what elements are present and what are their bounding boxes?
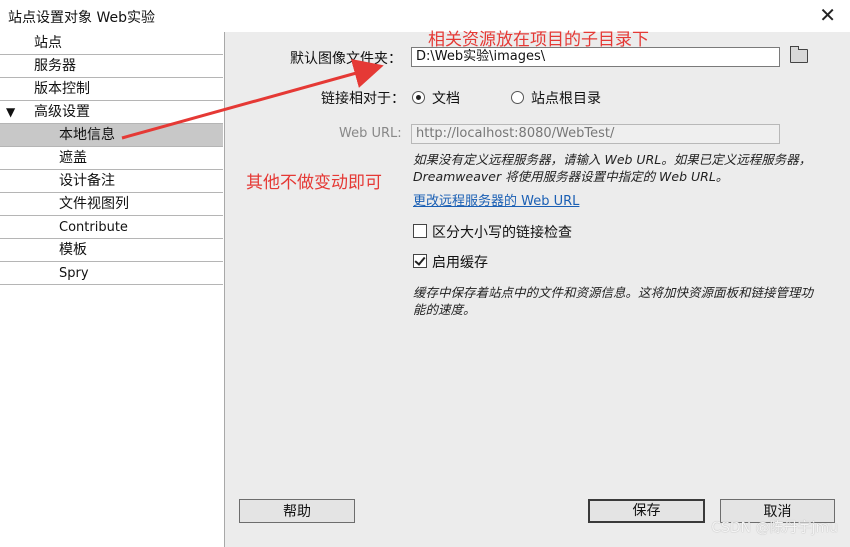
annotation-arrow [121, 58, 384, 140]
annotation-top: 相关资源放在项目的子目录下 [428, 30, 649, 50]
watermark: CSDN @陈丹宇jmu [711, 520, 838, 536]
annotation-left: 其他不做变动即可 [246, 173, 382, 193]
